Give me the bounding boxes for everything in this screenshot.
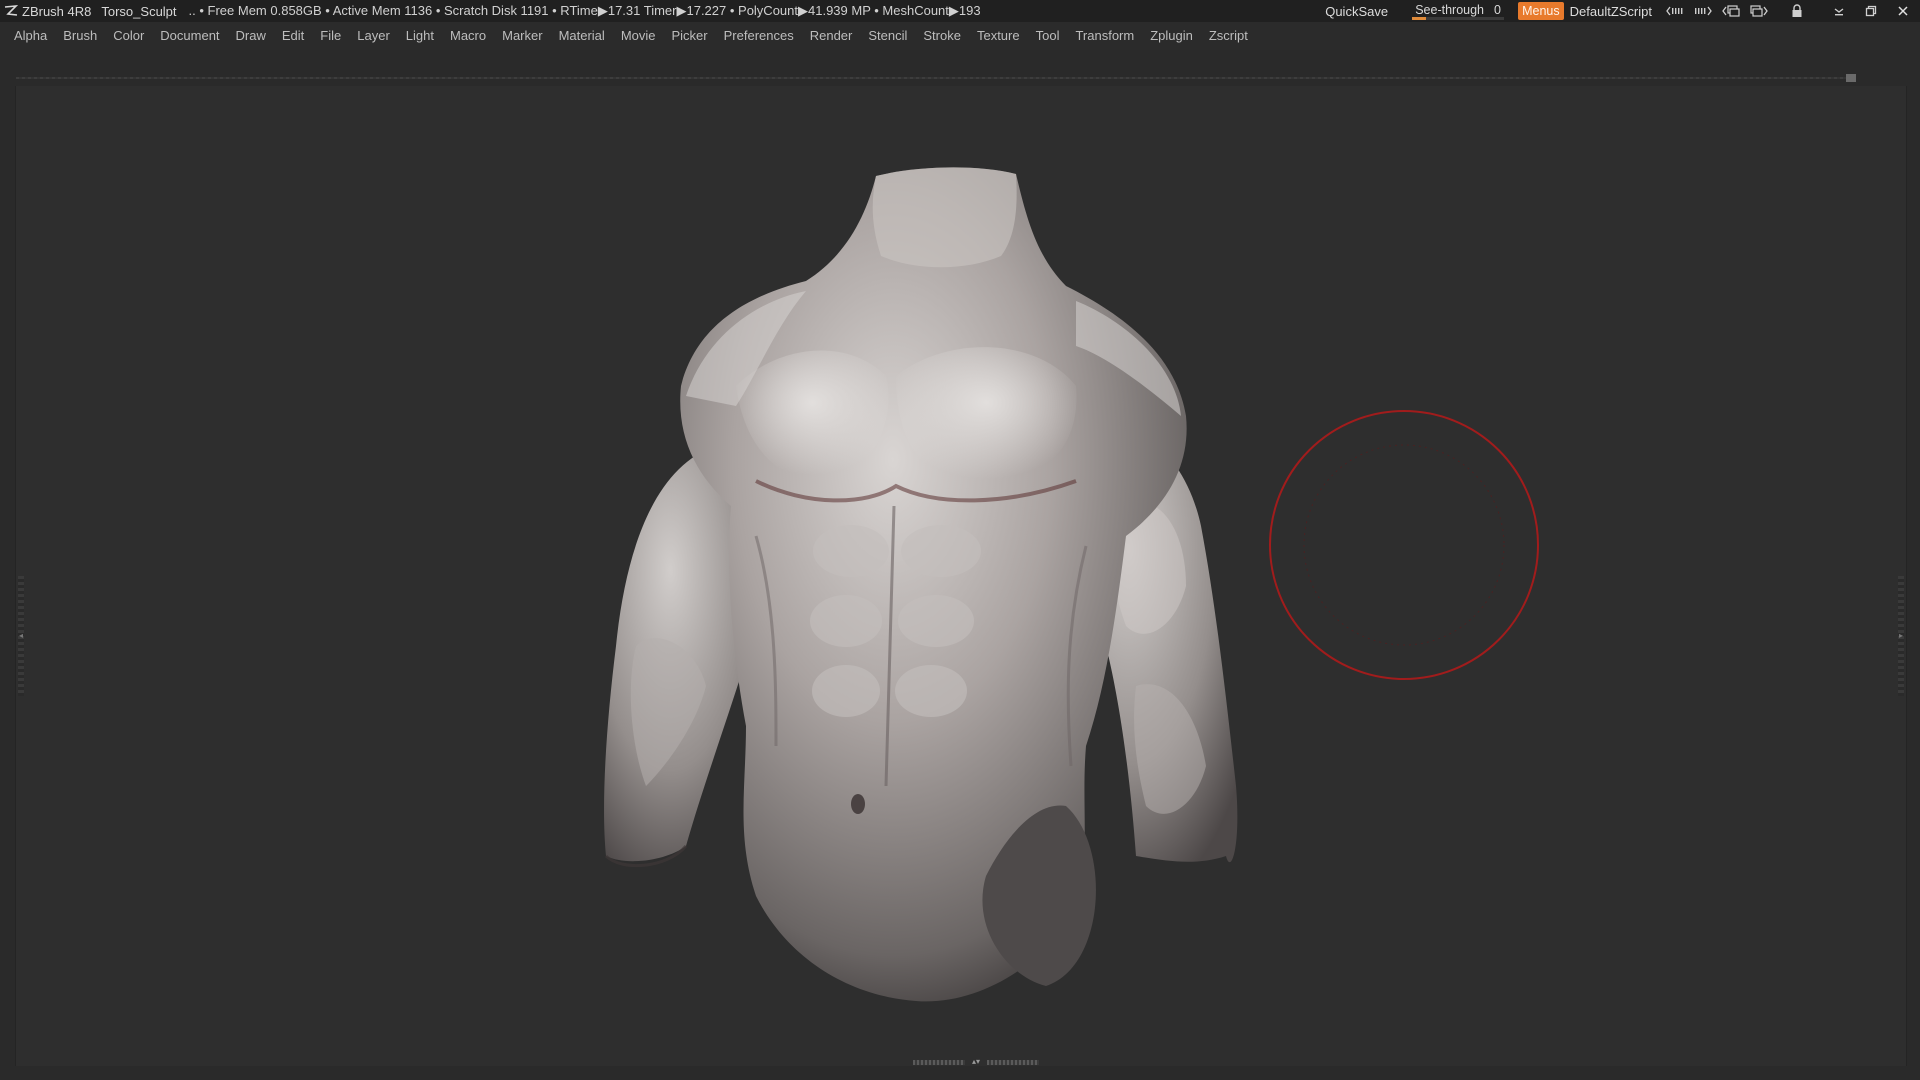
menu-stroke[interactable]: Stroke <box>923 22 961 50</box>
minimize-icon[interactable] <box>1828 0 1850 22</box>
menu-layer[interactable]: Layer <box>357 22 390 50</box>
menu-brush[interactable]: Brush <box>63 22 97 50</box>
layout-next-icon[interactable] <box>1692 0 1714 22</box>
menu-tool[interactable]: Tool <box>1036 22 1060 50</box>
zbrush-window: ZBrush 4R8 Torso_Sculpt .. • Free Mem 0.… <box>0 0 1920 1080</box>
app-name: ZBrush 4R8 <box>22 3 92 19</box>
memory-stats: .. • Free Mem 0.858GB • Active Mem 1136 … <box>188 3 981 18</box>
project-name: Torso_Sculpt <box>101 3 177 19</box>
menu-zscript[interactable]: Zscript <box>1209 22 1248 50</box>
menu-preferences[interactable]: Preferences <box>724 22 794 50</box>
menu-movie[interactable]: Movie <box>621 22 656 50</box>
menu-edit[interactable]: Edit <box>282 22 304 50</box>
bottom-tray-grip[interactable]: ▴▾ <box>912 1058 1040 1066</box>
menu-alpha[interactable]: Alpha <box>14 22 47 50</box>
default-zscript-button[interactable]: DefaultZScript <box>1570 4 1652 19</box>
torso <box>680 167 1187 1002</box>
layout-prev-icon[interactable] <box>1664 0 1686 22</box>
torso-model[interactable] <box>16 86 1906 1066</box>
titlebar-controls: QuickSave See-through 0 Menus DefaultZSc… <box>1325 0 1920 22</box>
see-through-value: 0 <box>1494 3 1501 17</box>
menu-transform[interactable]: Transform <box>1075 22 1134 50</box>
top-shelf-divider <box>16 77 1856 79</box>
bottom-grip-bar-left <box>913 1059 965 1065</box>
document-canvas[interactable]: ◂ ▸ ▴▾ <box>15 86 1907 1066</box>
see-through-fill <box>1412 17 1427 20</box>
right-tray-grip[interactable]: ▸ <box>1898 576 1904 696</box>
zbrush-logo-icon[interactable] <box>0 0 22 22</box>
bottom-grip-bar-right <box>987 1059 1039 1065</box>
colors-prev-icon[interactable] <box>1720 0 1742 22</box>
menu-material[interactable]: Material <box>559 22 605 50</box>
top-shelf-handle[interactable] <box>1846 74 1856 82</box>
menu-document[interactable]: Document <box>160 22 219 50</box>
colors-next-icon[interactable] <box>1748 0 1770 22</box>
quicksave-button[interactable]: QuickSave <box>1325 4 1408 19</box>
brush-cursor <box>1269 410 1539 680</box>
see-through-slider[interactable]: See-through 0 <box>1408 2 1508 20</box>
top-shelf <box>16 74 1856 82</box>
left-tray-grip[interactable]: ◂ <box>18 576 24 696</box>
main-menu-bar: Alpha Brush Color Document Draw Edit Fil… <box>0 22 1920 50</box>
menu-picker[interactable]: Picker <box>672 22 708 50</box>
menu-marker[interactable]: Marker <box>502 22 542 50</box>
menu-draw[interactable]: Draw <box>236 22 266 50</box>
restore-icon[interactable] <box>1860 0 1882 22</box>
bottom-tray-arrow-icon: ▴▾ <box>971 1057 981 1066</box>
menu-macro[interactable]: Macro <box>450 22 486 50</box>
menu-render[interactable]: Render <box>810 22 853 50</box>
menu-color[interactable]: Color <box>113 22 144 50</box>
menu-zplugin[interactable]: Zplugin <box>1150 22 1193 50</box>
menu-file[interactable]: File <box>320 22 341 50</box>
see-through-track[interactable] <box>1412 17 1505 20</box>
menu-stencil[interactable]: Stencil <box>868 22 907 50</box>
menus-button[interactable]: Menus <box>1518 2 1564 20</box>
right-tray-arrow-icon: ▸ <box>1898 631 1903 640</box>
menu-light[interactable]: Light <box>406 22 434 50</box>
lock-icon[interactable] <box>1786 0 1808 22</box>
menu-texture[interactable]: Texture <box>977 22 1020 50</box>
close-icon[interactable] <box>1892 0 1914 22</box>
left-tray-arrow-icon: ◂ <box>18 631 23 640</box>
see-through-label: See-through <box>1415 3 1485 17</box>
title-bar: ZBrush 4R8 Torso_Sculpt .. • Free Mem 0.… <box>0 0 1920 22</box>
